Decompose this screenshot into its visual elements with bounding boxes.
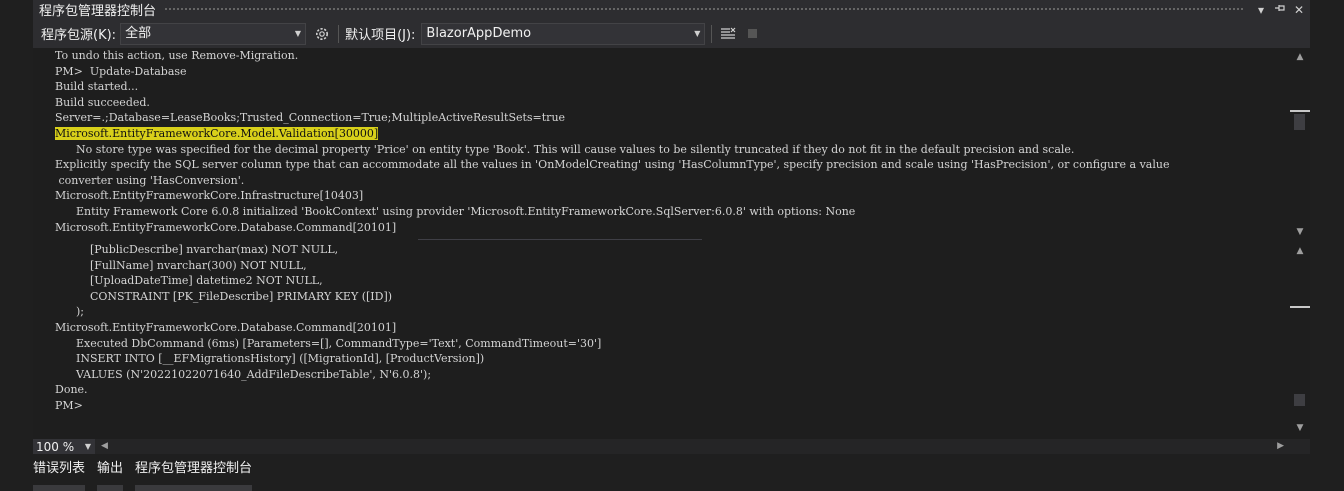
highlighted-match: Microsoft.EntityFrameworkCore.Model.Vali… — [55, 126, 379, 140]
console-line: Microsoft.EntityFrameworkCore.Database.C… — [55, 220, 397, 234]
toolbar-separator — [711, 24, 713, 43]
console-line: Server=.;Database=LeaseBooks;Trusted_Con… — [55, 111, 566, 125]
console-top-pane[interactable]: To undo this action, use Remove-Migratio… — [55, 48, 1290, 237]
default-project-select[interactable]: BlazorAppDemo ▼ — [421, 22, 706, 45]
pane-splitter[interactable] — [418, 239, 702, 240]
window-title: 程序包管理器控制台 — [39, 4, 157, 19]
package-source-value: 全部 — [125, 25, 152, 41]
chevron-down-icon: ▼ — [84, 442, 91, 451]
zoom-value: 100 % — [36, 439, 75, 454]
console-line: [UploadDateTime] datetime2 NOT NULL, — [55, 274, 323, 288]
horizontal-scrollbar[interactable]: ◀ ▶ — [95, 439, 1310, 454]
console-line: Microsoft.EntityFrameworkCore.Infrastruc… — [55, 189, 364, 203]
console-toolbar: 程序包源(K): 全部 ▼ 默认项目(J): BlazorAppDemo ▼ — [33, 19, 1310, 48]
console-line: No store type was specified for the deci… — [55, 142, 1075, 156]
prompt-line[interactable]: PM> — [55, 398, 1290, 414]
default-project-value: BlazorAppDemo — [426, 25, 532, 41]
chevron-down-icon: ▼ — [694, 28, 701, 38]
console-line: VALUES (N'20221022071640_AddFileDescribe… — [55, 367, 432, 381]
scroll-position-marker — [1290, 306, 1310, 308]
package-source-label: 程序包源(K): — [41, 28, 117, 43]
zoom-select[interactable]: 100 % ▼ — [33, 439, 95, 454]
console-statusbar: 100 % ▼ ◀ ▶ — [33, 439, 1310, 454]
console-bottom-pane[interactable]: [PublicDescribe] nvarchar(max) NOT NULL,… — [55, 242, 1290, 422]
console-line: ); — [55, 305, 84, 319]
console-line: Explicitly specify the SQL server column… — [55, 158, 1170, 172]
tab-underline — [33, 485, 86, 491]
clear-console-icon[interactable] — [718, 24, 738, 44]
scroll-down-icon[interactable]: ▼ — [1290, 225, 1310, 239]
tab-underline — [97, 485, 124, 491]
scroll-left-icon[interactable]: ◀ — [101, 439, 108, 454]
scroll-down-icon[interactable]: ▼ — [1290, 421, 1310, 435]
console-line: converter using 'HasConversion'. — [55, 173, 245, 187]
console-line: Microsoft.EntityFrameworkCore.Database.C… — [55, 320, 397, 334]
default-project-label: 默认项目(J): — [345, 28, 416, 43]
console-line: Build started... — [55, 80, 139, 94]
close-icon[interactable]: ✕ — [1291, 2, 1307, 18]
console-line: INSERT INTO [__EFMigrationsHistory] ([Mi… — [55, 352, 485, 366]
chevron-down-icon: ▼ — [294, 28, 302, 38]
package-source-select[interactable]: 全部 ▼ — [120, 22, 307, 45]
tab-label: 程序包管理器控制台 — [135, 461, 253, 476]
console-line-highlighted: Microsoft.EntityFrameworkCore.Model.Vali… — [55, 126, 1290, 142]
console-line: Build succeeded. — [55, 95, 150, 109]
tab-package-manager-console[interactable]: 程序包管理器控制台 — [135, 455, 258, 491]
scroll-up-icon[interactable]: ▲ — [1290, 244, 1310, 258]
console-line: Done. — [55, 383, 88, 397]
tab-output[interactable]: 输出 — [97, 455, 129, 491]
gear-icon[interactable] — [312, 24, 332, 44]
tab-underline — [135, 485, 253, 491]
scroll-position-marker — [1290, 110, 1310, 112]
scroll-up-icon[interactable]: ▲ — [1290, 50, 1310, 64]
tab-error-list[interactable]: 错误列表 — [33, 455, 91, 491]
tool-window-titlebar: 程序包管理器控制台 ▾ ✕ — [33, 0, 1310, 19]
tool-window-tabs: 错误列表 输出 程序包管理器控制台 — [33, 455, 264, 491]
titlebar-grip[interactable] — [164, 7, 1243, 12]
pin-icon[interactable] — [1272, 2, 1288, 18]
console-line: To undo this action, use Remove-Migratio… — [55, 49, 299, 62]
console-line: Executed DbCommand (6ms) [Parameters=[],… — [55, 336, 602, 350]
scrollbar-thumb[interactable] — [1294, 114, 1305, 130]
scrollbar-thumb[interactable] — [1294, 394, 1305, 406]
stop-icon[interactable] — [742, 24, 762, 44]
scroll-right-icon[interactable]: ▶ — [1277, 439, 1284, 454]
window-menu-dropdown-icon[interactable]: ▾ — [1253, 2, 1269, 18]
console-line: [PublicDescribe] nvarchar(max) NOT NULL, — [55, 243, 339, 256]
tab-label: 输出 — [97, 461, 124, 476]
bottom-vertical-scrollbar[interactable]: ▲ ▼ — [1290, 242, 1310, 439]
tab-label: 错误列表 — [33, 461, 86, 476]
toolbar-separator — [338, 24, 340, 43]
console-line: Entity Framework Core 6.0.8 initialized … — [55, 204, 856, 218]
console-line: [FullName] nvarchar(300) NOT NULL, — [55, 258, 307, 272]
top-vertical-scrollbar[interactable]: ▲ ▼ — [1290, 48, 1310, 239]
console-line: CONSTRAINT [PK_FileDescribe] PRIMARY KEY… — [55, 289, 393, 303]
console-line: PM> Update-Database — [55, 64, 187, 78]
console-output[interactable]: To undo this action, use Remove-Migratio… — [33, 48, 1310, 439]
